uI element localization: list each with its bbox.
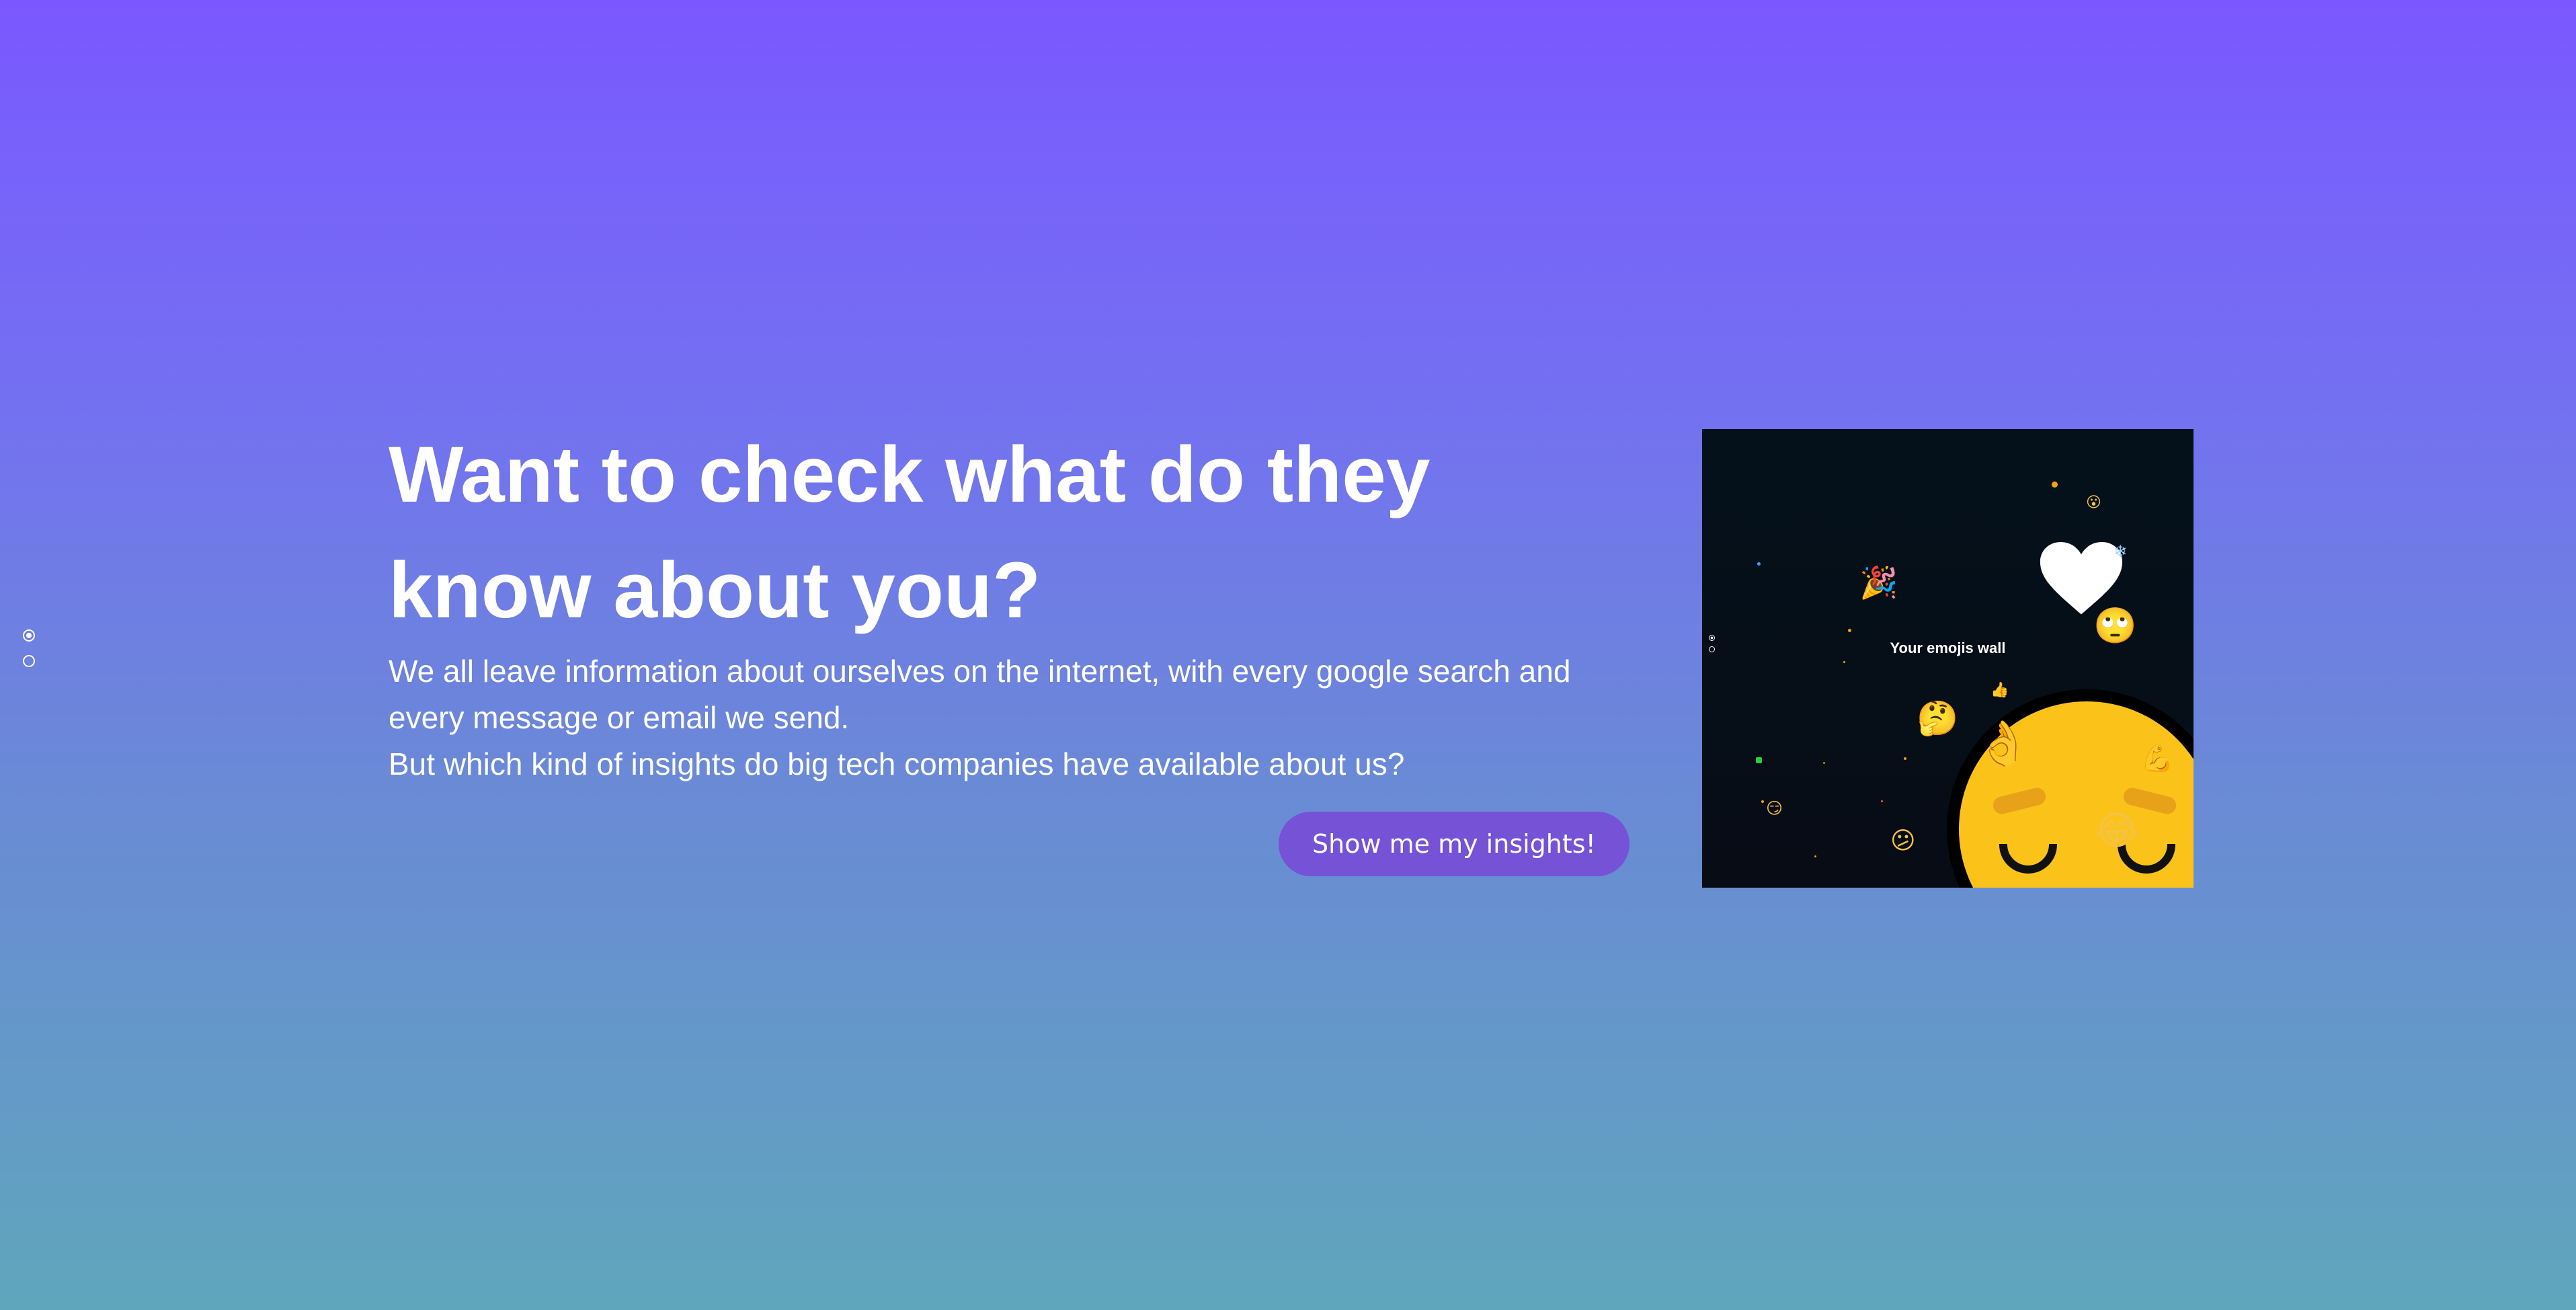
party-popper-emoji: 🎉 [1859,564,1898,601]
smirk-face-emoji: 😏 [1766,799,1783,818]
speck [1881,800,1883,802]
speck [1904,757,1906,760]
page-dots [23,629,35,667]
hero-title: Want to check what do they know about yo… [389,430,1431,635]
speck [1823,762,1825,764]
snowflake-icon: ❄ [2114,542,2128,561]
page-dot-1[interactable] [23,629,35,642]
flexed-biceps-emoji: 💪 [2140,743,2174,774]
speck [1757,562,1761,566]
speck [1761,800,1764,803]
thinking-face-emoji: 🤔 [1917,699,1959,738]
eye-roll-face-emoji: 🙄 [2093,606,2137,646]
speck [1843,661,1845,663]
emoji-wall-preview: Your emojis wall 🎉 😮 🙄 🤔 👍 👌 💪 😂 😕 😏 ❄ [1702,429,2193,888]
confused-face-emoji: 😕 [1890,827,1916,855]
hero-description: We all leave information about ourselves… [389,648,1612,787]
face-brow-left [1991,785,2048,816]
face-eye-left [1999,844,2057,874]
tears-of-joy-emoji: 😂 [2094,808,2140,853]
surprised-face-emoji: 😮 [2086,494,2101,511]
cta-wrapper: Show me my insights! [1279,812,1629,876]
speck [1756,757,1762,763]
speck [1814,855,1816,857]
show-insights-button[interactable]: Show me my insights! [1279,812,1629,876]
ok-hand-emoji: 👌 [1976,719,2030,769]
hero-section: Want to check what do they know about yo… [389,417,1599,787]
page-dot-2[interactable] [23,655,35,667]
hero-description-line-1: We all leave information about ourselves… [389,654,1571,735]
thumbs-up-emoji: 👍 [1990,682,2009,699]
hero-description-line-2: But which kind of insights do big tech c… [389,746,1405,781]
speck [2052,481,2058,488]
heart-icon [2040,542,2123,615]
speck [1848,629,1851,632]
